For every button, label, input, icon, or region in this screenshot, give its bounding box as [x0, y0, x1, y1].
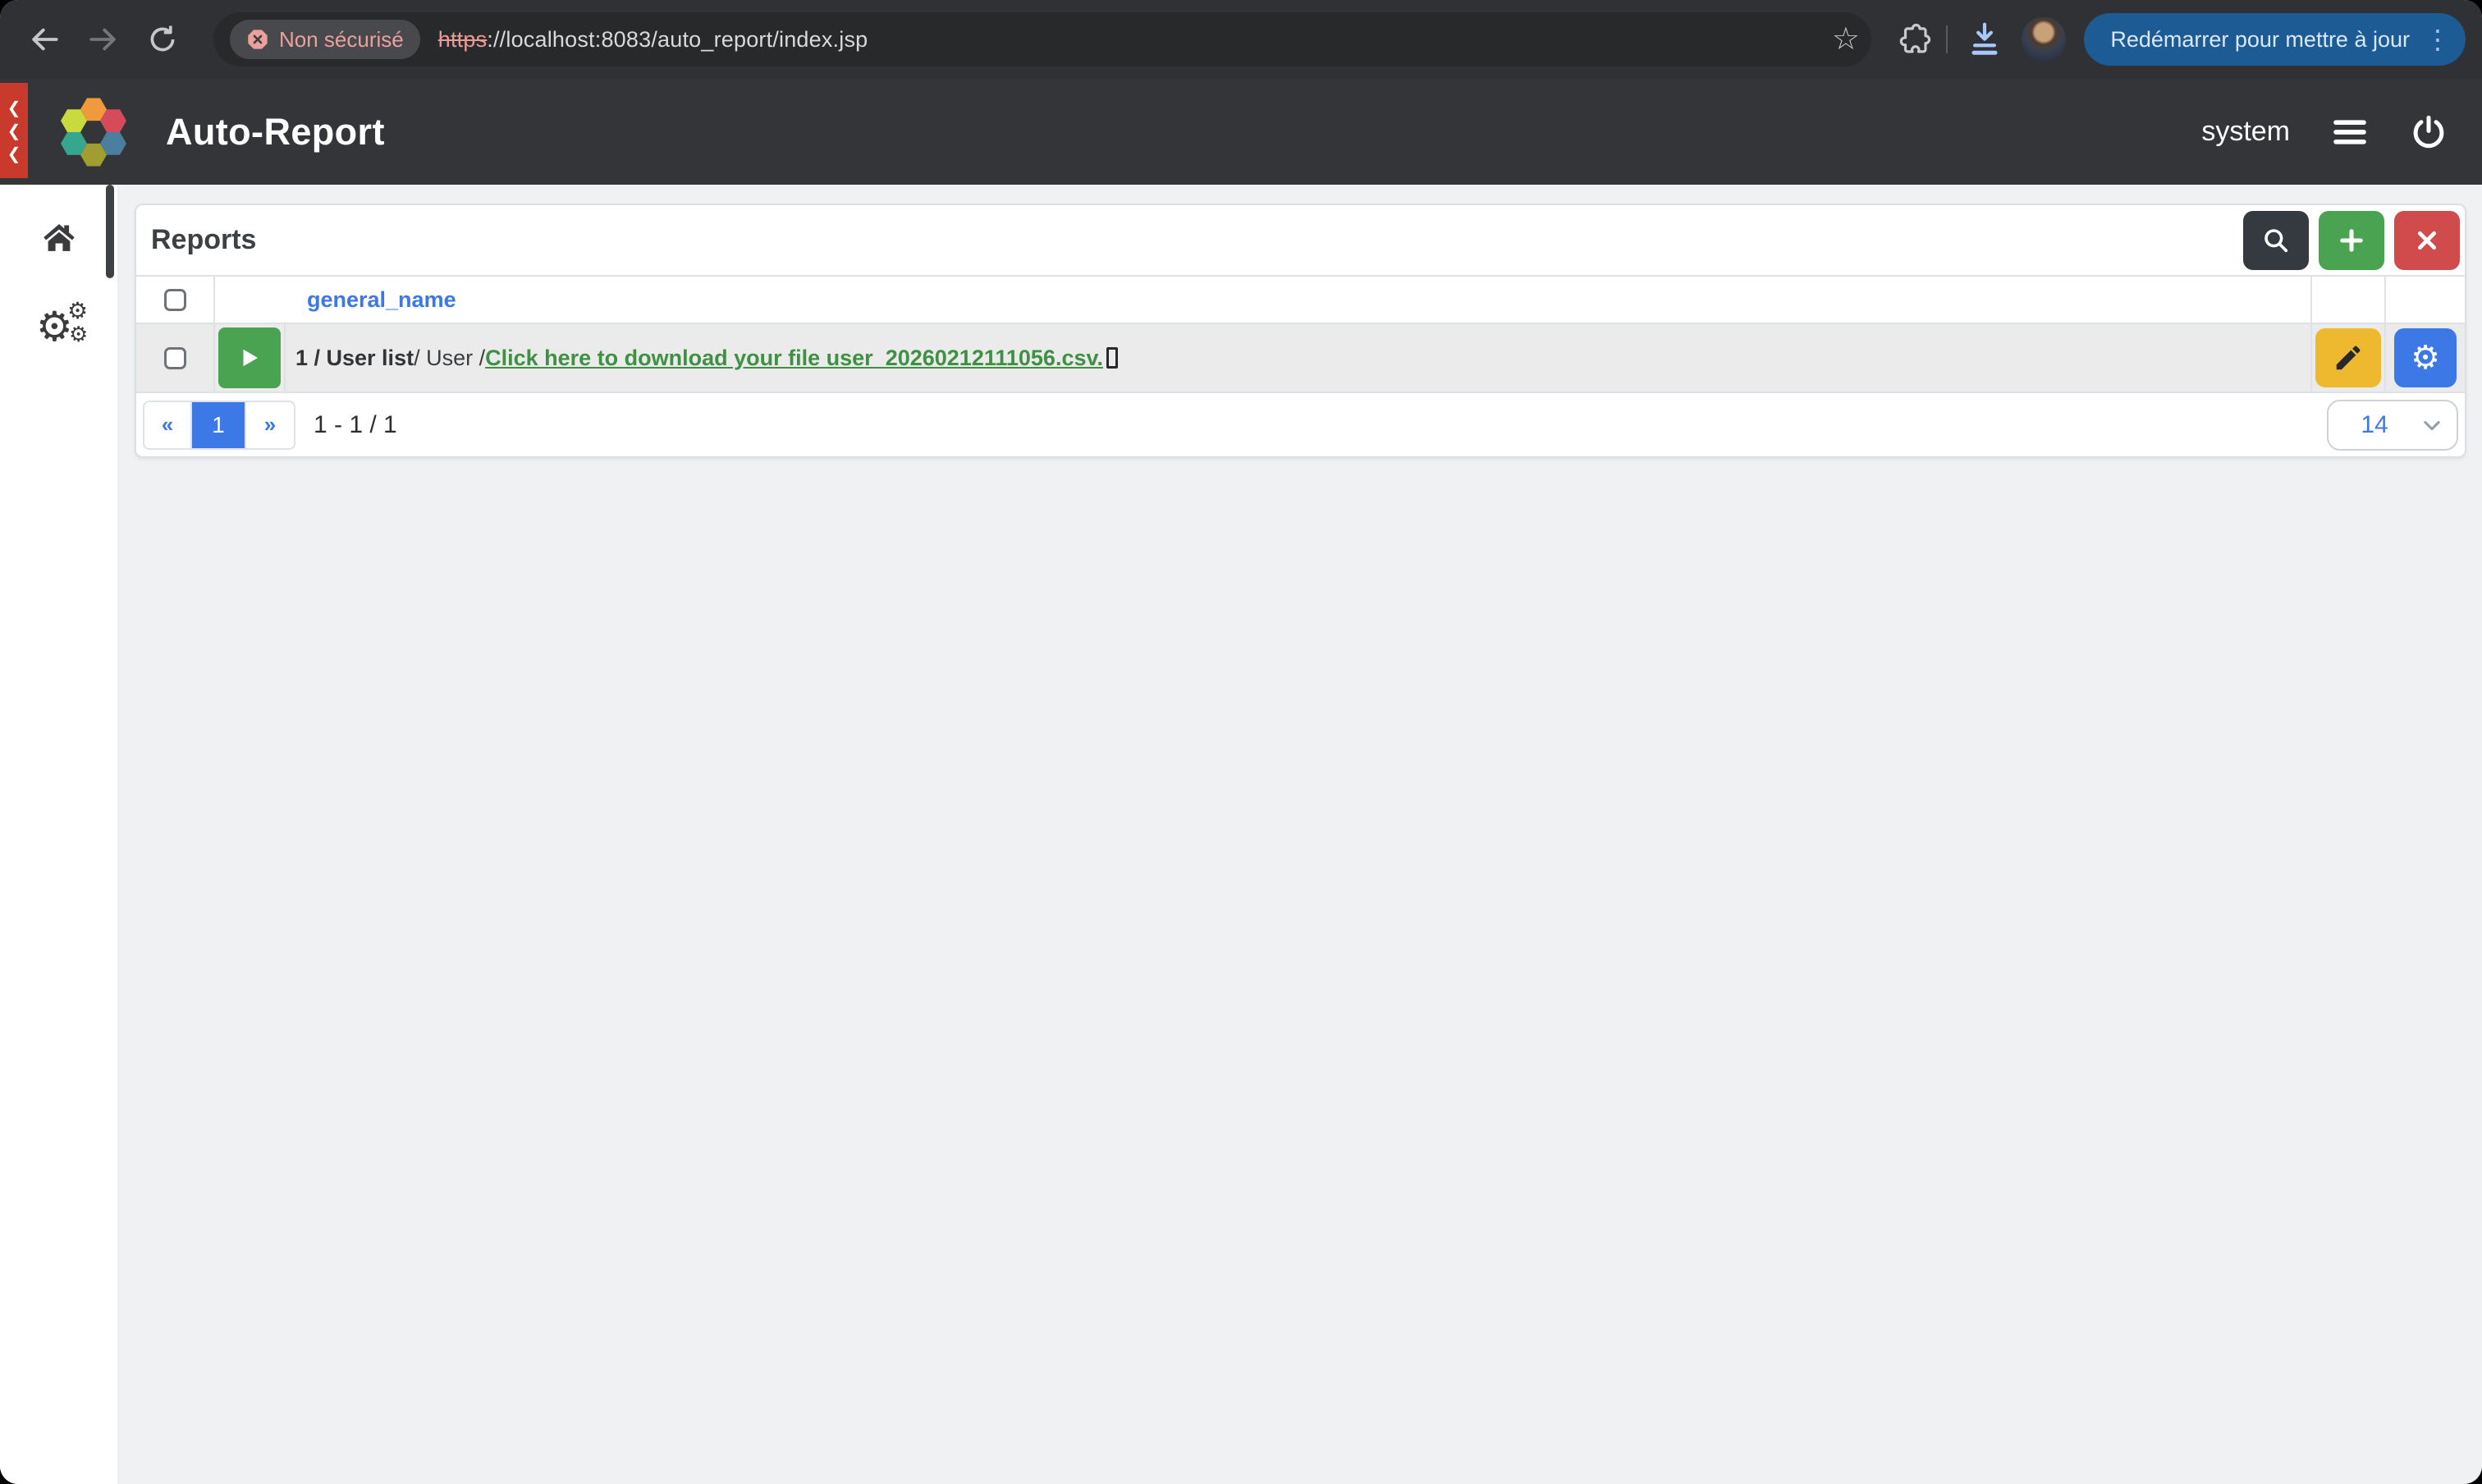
page-size-select[interactable]: 14: [2327, 399, 2458, 451]
url-text[interactable]: https://localhost:8083/auto_report/index…: [438, 27, 868, 53]
restart-to-update-label: Redémarrer pour mettre à jour: [2110, 26, 2410, 52]
table-header-row: general_name: [136, 275, 2465, 324]
main-area: ⚙ ⚙ ⚙ Reports general_name 1 / User list…: [0, 185, 2482, 1484]
settings-cell: ⚙: [2384, 324, 2465, 392]
report-settings-button[interactable]: ⚙: [2394, 328, 2457, 387]
add-report-button[interactable]: [2319, 210, 2384, 270]
browser-toolbar: Non sécurisé https://localhost:8083/auto…: [0, 0, 2482, 79]
security-chip-label: Non sécurisé: [279, 26, 404, 52]
back-button[interactable]: [26, 21, 62, 57]
bookmark-star-icon[interactable]: ☆: [1832, 17, 1860, 60]
delete-button[interactable]: [2394, 210, 2460, 270]
pagination-prev[interactable]: «: [144, 401, 192, 448]
address-bar[interactable]: Non sécurisé https://localhost:8083/auto…: [213, 12, 1871, 66]
reload-button[interactable]: [144, 21, 181, 57]
gear-icon: ⚙: [2411, 339, 2440, 377]
select-all-checkbox[interactable]: [163, 288, 186, 311]
reports-card-header: Reports: [136, 205, 2465, 275]
close-x-icon: [2417, 231, 2437, 250]
chevron-left-icon: ❮: [7, 144, 21, 163]
logout-button[interactable]: [2410, 113, 2448, 151]
toolbar-divider: [1946, 25, 1949, 53]
pencil-icon: [2336, 346, 2361, 370]
download-icon: [1971, 22, 1998, 55]
app-logo-hexagons: [61, 97, 126, 167]
reports-card: Reports general_name 1 / User list / Use…: [135, 204, 2466, 458]
report-type: / User /: [414, 345, 486, 370]
run-report-button[interactable]: [218, 327, 281, 388]
pagination-current-page[interactable]: 1: [192, 401, 246, 448]
downloads-button[interactable]: [1966, 19, 2003, 60]
sidebar: ⚙ ⚙ ⚙: [0, 185, 119, 1484]
column-sort-link[interactable]: general_name: [307, 287, 456, 313]
missing-glyph-box: [1106, 347, 1118, 369]
sidebar-item-home[interactable]: [41, 219, 77, 262]
browser-window: Non sécurisé https://localhost:8083/auto…: [0, 0, 2482, 1484]
restart-to-update-button[interactable]: Redémarrer pour mettre à jour ⋮: [2084, 13, 2466, 66]
power-icon: [2413, 115, 2444, 148]
row-checkbox[interactable]: [163, 346, 186, 369]
reload-icon: [150, 25, 175, 52]
search-icon: [2264, 228, 2288, 252]
page-size-value: 14: [2361, 410, 2388, 438]
card-toolbar: [2243, 210, 2460, 270]
url-scheme: https: [437, 26, 488, 52]
browser-toolbar-right: Redémarrer pour mettre à jour ⋮: [1897, 0, 2466, 79]
edit-report-button[interactable]: [2315, 328, 2381, 387]
pagination: « 1 »: [143, 400, 295, 450]
name-column-header: general_name: [215, 277, 2310, 323]
plus-icon: [2340, 228, 2363, 252]
sidebar-item-settings[interactable]: ⚙ ⚙ ⚙: [36, 297, 89, 352]
pagination-next[interactable]: »: [246, 401, 294, 448]
search-button[interactable]: [2243, 210, 2309, 270]
settings-column-header: [2384, 277, 2465, 323]
username-menu[interactable]: system: [2201, 116, 2290, 148]
url-rest: ://localhost:8083/auto_report/index.jsp: [487, 26, 868, 52]
forward-arrow-icon: [89, 28, 116, 51]
security-chip[interactable]: Non sécurisé: [230, 20, 420, 59]
chevron-left-icon: ❮: [7, 121, 21, 140]
gear-icon: ⚙: [69, 323, 89, 347]
select-all-cell: [136, 277, 215, 323]
hamburger-icon: [2333, 119, 2366, 144]
home-icon: [44, 224, 75, 251]
extensions-puzzle-icon: [1900, 23, 1931, 53]
browser-menu-kebab-icon[interactable]: ⋮: [2425, 24, 2451, 55]
table-footer: « 1 » 1 - 1 / 1 14: [136, 393, 2465, 456]
not-secure-icon: [248, 30, 268, 49]
report-id-name: 1 / User list: [295, 345, 414, 370]
collapse-strip[interactable]: ❮ ❮ ❮: [0, 83, 28, 178]
chevron-down-icon: [2424, 420, 2440, 430]
extensions-button[interactable]: [1897, 22, 1931, 57]
profile-avatar[interactable]: [2022, 17, 2067, 62]
back-arrow-icon: [32, 28, 58, 51]
content-area: Reports general_name 1 / User list / Use…: [119, 185, 2482, 1484]
browser-nav-buttons: [26, 21, 181, 57]
page-title: Reports: [151, 224, 257, 255]
app-header: ❮ ❮ ❮ Auto-Report system: [0, 79, 2482, 185]
menu-button[interactable]: [2329, 112, 2370, 153]
run-cell: [215, 324, 286, 392]
chevron-left-icon: ❮: [7, 98, 21, 117]
table-row: 1 / User list / User / Click here to dow…: [136, 324, 2465, 393]
forward-button[interactable]: [85, 21, 121, 57]
download-file-link[interactable]: Click here to download your file user_20…: [485, 346, 1103, 371]
edit-column-header: [2310, 277, 2384, 323]
sidebar-scrollbar[interactable]: [106, 185, 114, 278]
app-title: Auto-Report: [166, 110, 385, 153]
play-icon: [243, 349, 258, 367]
pagination-summary: 1 - 1 / 1: [314, 410, 397, 438]
report-description: 1 / User list / User / Click here to dow…: [286, 324, 2310, 392]
edit-cell: [2310, 324, 2384, 392]
gear-icon: ⚙: [67, 297, 89, 324]
app-header-right: system: [2201, 112, 2448, 153]
row-checkbox-cell: [136, 324, 215, 392]
